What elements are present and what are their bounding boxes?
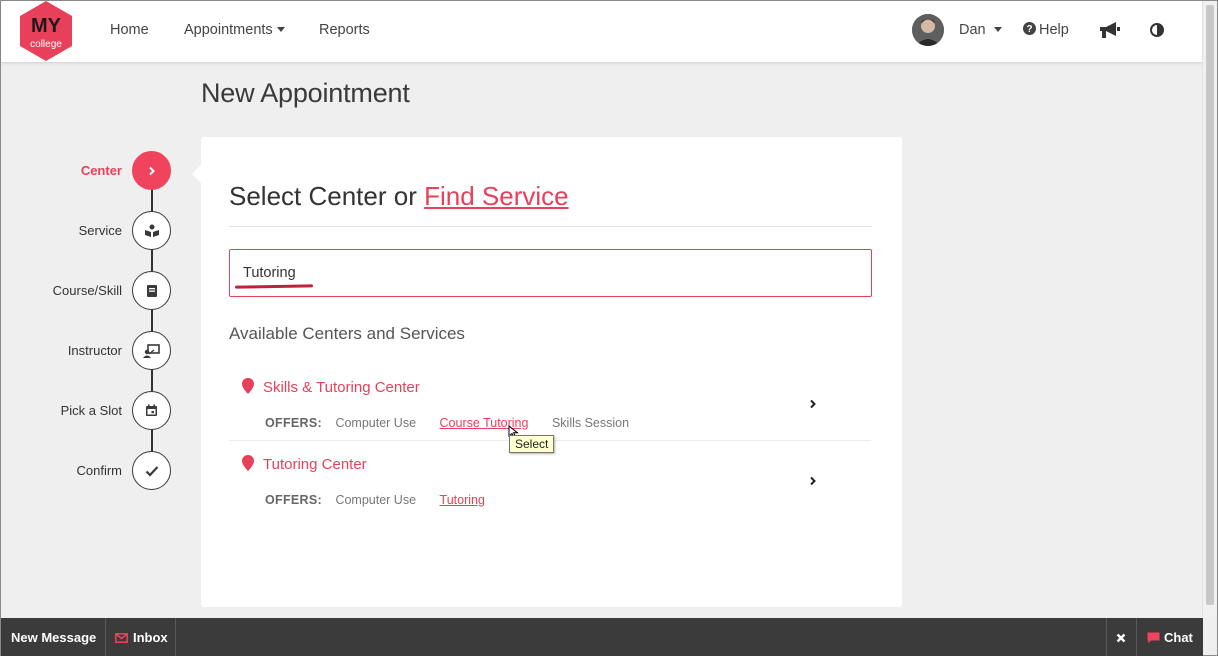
step-label: Course/Skill <box>52 283 122 298</box>
step-label: Instructor <box>67 343 122 358</box>
step-service[interactable]: Service <box>1 211 173 251</box>
scrollbar-thumb[interactable] <box>1206 5 1214 605</box>
card-pointer <box>192 165 201 183</box>
chat-bubble-icon <box>1147 632 1160 643</box>
card-title-text: Select Center or <box>229 181 417 211</box>
inbox-button[interactable]: Inbox <box>115 618 168 656</box>
svg-text:?: ? <box>1026 24 1032 35</box>
close-chat-button[interactable] <box>1116 618 1126 656</box>
step-label: Pick a Slot <box>60 403 122 418</box>
offer-item: Skills Session <box>551 416 630 430</box>
section-heading: Available Centers and Services <box>229 324 465 343</box>
nav-appointments-label: Appointments <box>184 22 273 38</box>
chat-label: Chat <box>1164 630 1193 645</box>
inbox-label: Inbox <box>133 630 168 645</box>
megaphone-icon[interactable] <box>1098 20 1121 45</box>
step-instructor[interactable]: Instructor <box>1 331 173 371</box>
caret-down-icon <box>276 27 285 32</box>
center-name[interactable]: Skills & Tutoring Center <box>263 379 420 396</box>
center-search-input[interactable] <box>230 250 871 296</box>
offers-list: OFFERS: Computer Use Tutoring <box>265 493 505 507</box>
help-link[interactable]: ? Help <box>1023 22 1069 38</box>
select-center-card: Select Center or Find Service Available … <box>192 137 902 607</box>
offer-item: Computer Use <box>335 416 417 430</box>
separator <box>105 618 106 656</box>
separator <box>1106 618 1107 656</box>
chevron-right-icon[interactable] <box>809 473 817 491</box>
user-avatar[interactable] <box>912 14 944 46</box>
logo-top-text: MY <box>31 15 62 37</box>
search-field-container <box>229 249 872 297</box>
nav-appointments[interactable]: Appointments <box>184 22 285 38</box>
progress-stepper: Center Service Course/Skill Instructor P… <box>1 151 176 496</box>
book-icon <box>132 271 171 310</box>
nav-home[interactable]: Home <box>110 22 149 38</box>
find-service-link[interactable]: Find Service <box>424 181 569 211</box>
calendar-icon <box>132 391 171 430</box>
center-row-skills-tutoring[interactable]: Skills & Tutoring Center OFFERS: Compute… <box>229 364 871 441</box>
user-name: Dan <box>959 22 986 38</box>
tooltip: Select <box>509 435 555 453</box>
card-title: Select Center or Find Service <box>229 181 569 212</box>
map-marker-icon <box>242 455 254 476</box>
service-icon <box>132 211 171 250</box>
offers-list: OFFERS: Computer Use Course Tutoring Ski… <box>265 416 649 430</box>
offers-label: OFFERS: <box>265 416 322 430</box>
chevron-right-icon[interactable] <box>809 396 817 414</box>
close-icon <box>1116 633 1126 642</box>
offer-link[interactable]: Tutoring <box>440 493 485 507</box>
page-title: New Appointment <box>201 78 410 108</box>
user-menu[interactable]: Dan <box>959 22 1002 38</box>
step-course-skill[interactable]: Course/Skill <box>1 271 173 311</box>
top-navbar: MY college Home Appointments Reports Dan… <box>1 1 1203 63</box>
offers-label: OFFERS: <box>265 493 322 507</box>
help-label: Help <box>1039 22 1069 38</box>
check-icon <box>132 451 171 490</box>
vertical-scrollbar[interactable] <box>1202 1 1217 617</box>
college-logo[interactable]: MY college <box>20 1 72 61</box>
step-center[interactable]: Center <box>1 151 173 191</box>
chat-button[interactable]: Chat <box>1147 618 1193 656</box>
chevron-right-icon <box>132 151 171 190</box>
logo-bottom-text: college <box>30 39 62 50</box>
offer-item: Computer Use <box>335 493 417 507</box>
center-name[interactable]: Tutoring Center <box>263 456 367 473</box>
presenter-icon <box>132 331 171 370</box>
separator <box>1136 618 1137 656</box>
contrast-icon[interactable] <box>1150 23 1164 42</box>
chevron-down-icon <box>993 27 1002 32</box>
divider <box>229 226 872 227</box>
step-pick-a-slot[interactable]: Pick a Slot <box>1 391 173 431</box>
new-message-button[interactable]: New Message <box>11 618 96 656</box>
map-marker-icon <box>242 378 254 399</box>
envelope-icon <box>115 632 128 643</box>
step-label: Center <box>80 163 122 178</box>
question-circle-icon: ? <box>1023 22 1036 35</box>
step-label: Service <box>78 223 122 238</box>
nav-reports[interactable]: Reports <box>319 22 370 38</box>
step-label: Confirm <box>76 463 122 478</box>
bottom-bar: New Message Inbox Chat <box>1 618 1203 656</box>
separator <box>175 618 176 656</box>
step-confirm[interactable]: Confirm <box>1 451 173 491</box>
